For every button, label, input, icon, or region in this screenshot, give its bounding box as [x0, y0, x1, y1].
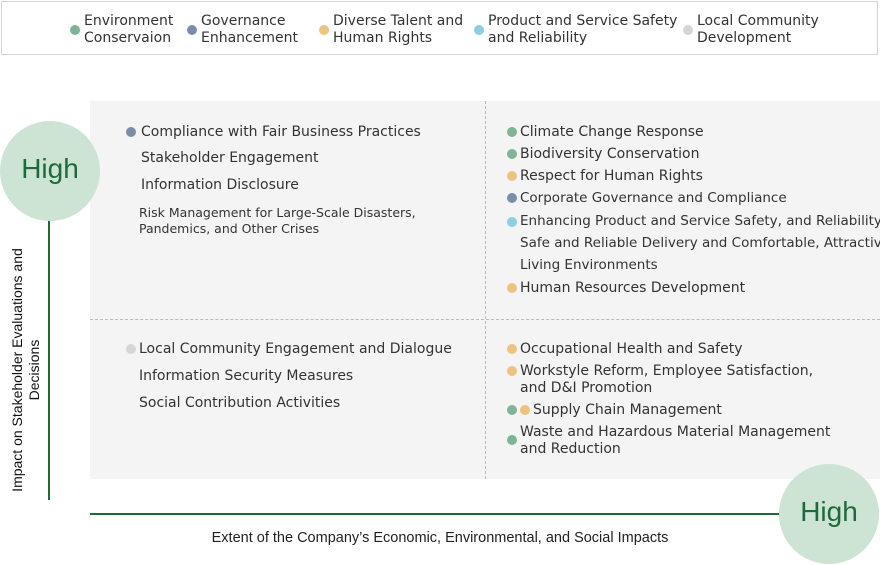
- axis-arrows: [43, 203, 799, 520]
- x-high-label: High: [800, 496, 858, 527]
- x-axis-label: Extent of the Company’s Economic, Enviro…: [211, 530, 669, 546]
- x-high-circle: High: [779, 464, 879, 564]
- y-high-label: High: [21, 153, 79, 184]
- y-high-circle: High: [0, 121, 100, 221]
- y-axis-label: Impact on Stakeholder Evaluations and De…: [9, 248, 42, 492]
